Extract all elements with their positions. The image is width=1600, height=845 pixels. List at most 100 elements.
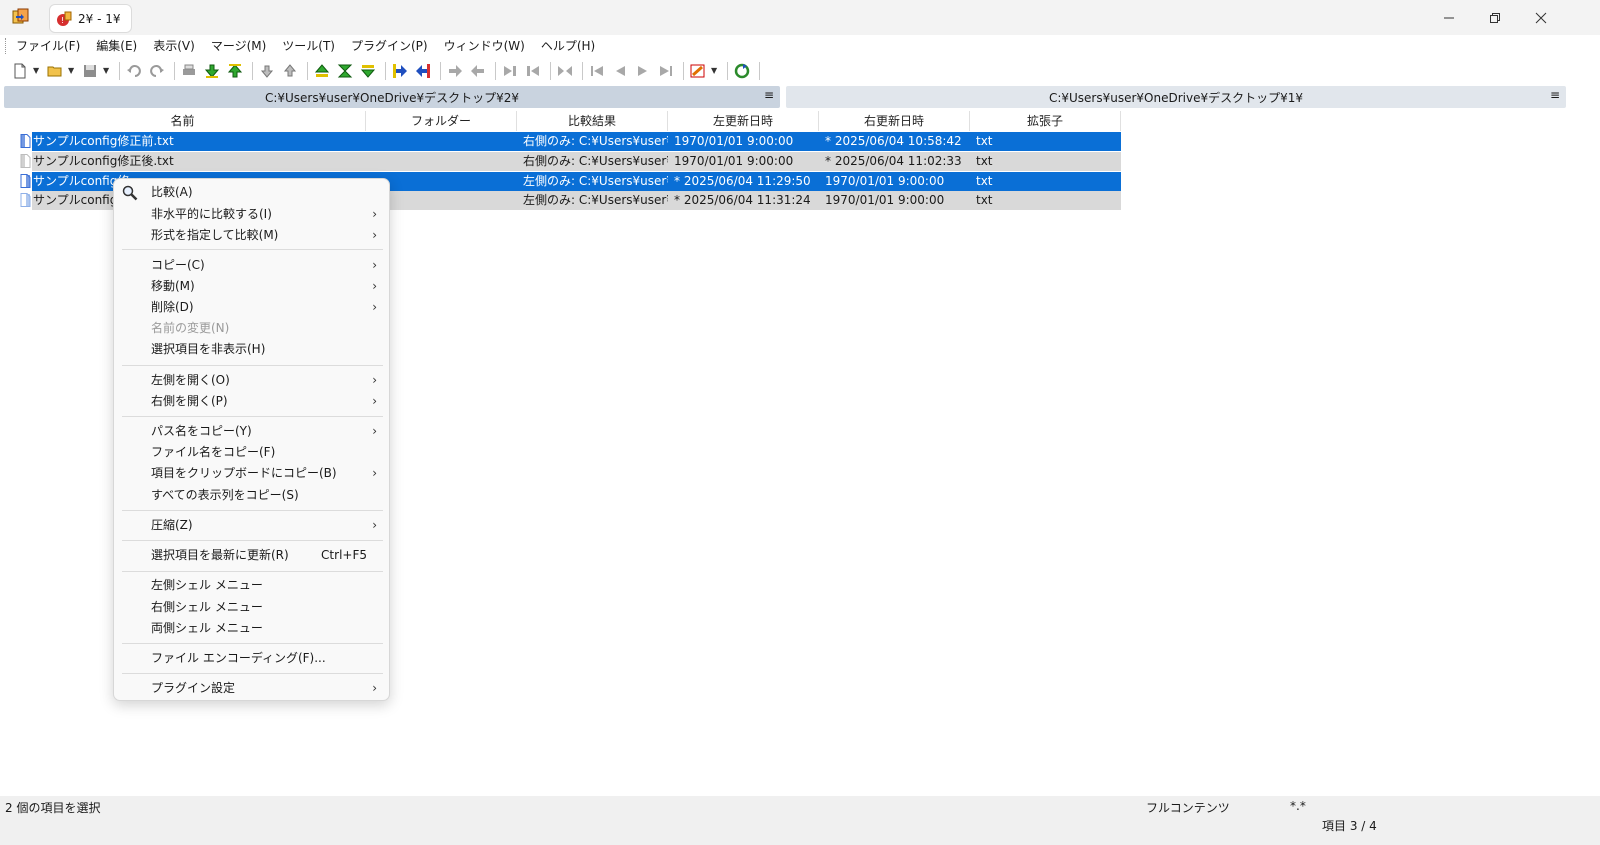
undo-icon[interactable] bbox=[124, 61, 144, 81]
menu-item-copy-to-clipboard[interactable]: 項目をクリップボードにコピー(B) › bbox=[114, 463, 391, 484]
menu-bar: ファイル(F) 編集(E) 表示(V) マージ(M) ツール(T) プラグイン(… bbox=[0, 35, 1600, 57]
next-file-icon[interactable] bbox=[633, 61, 653, 81]
menu-file[interactable]: ファイル(F) bbox=[8, 35, 88, 57]
menu-item-copy-filename[interactable]: ファイル名をコピー(F) bbox=[114, 442, 391, 463]
table-row[interactable]: サンプルconfig修正前.txt 右側のみ: C:¥Users¥user¥...… bbox=[0, 132, 1121, 151]
merge-both-icon[interactable] bbox=[555, 61, 575, 81]
copy-all-right-icon[interactable] bbox=[500, 61, 520, 81]
submenu-arrow-icon: › bbox=[372, 373, 377, 387]
toolbar-separator bbox=[495, 61, 496, 80]
submenu-arrow-icon: › bbox=[372, 394, 377, 408]
col-header-ext[interactable]: 拡張子 bbox=[970, 111, 1121, 131]
new-dropdown-icon[interactable]: ▼ bbox=[33, 66, 41, 75]
table-row[interactable]: サンプルconfig修正後.txt 右側のみ: C:¥Users¥user¥...… bbox=[0, 152, 1121, 171]
winmerge-app-icon[interactable] bbox=[12, 8, 30, 26]
menu-item-label: 右側シェル メニュー bbox=[151, 600, 263, 614]
col-header-right-date[interactable]: 右更新日時 bbox=[819, 111, 970, 131]
cell-left-date: 1970/01/01 9:00:00 bbox=[668, 132, 819, 151]
menu-edit[interactable]: 編集(E) bbox=[88, 35, 145, 57]
menu-item-copy-pathname[interactable]: パス名をコピー(Y) › bbox=[114, 421, 391, 442]
menu-item-label: 形式を指定して比較(M) bbox=[151, 228, 279, 242]
copy-right-icon[interactable] bbox=[390, 61, 410, 81]
menu-separator bbox=[122, 249, 383, 250]
last-file-icon[interactable] bbox=[656, 61, 676, 81]
first-file-icon[interactable] bbox=[587, 61, 607, 81]
cell-ext: txt bbox=[970, 132, 1121, 151]
copy-left-advance-icon[interactable] bbox=[468, 61, 488, 81]
first-diff-icon[interactable] bbox=[312, 61, 332, 81]
menu-item-compare-nonhorizontal[interactable]: 非水平的に比較する(I) › bbox=[114, 204, 391, 225]
col-header-name[interactable]: 名前 bbox=[0, 111, 366, 131]
menu-item-file-encoding[interactable]: ファイル エンコーディング(F)... bbox=[114, 648, 391, 669]
cell-folder bbox=[366, 152, 517, 171]
menu-item-plugin-settings[interactable]: プラグイン設定 › bbox=[114, 678, 391, 699]
close-button[interactable] bbox=[1518, 0, 1564, 35]
menu-item-label: 非水平的に比較する(I) bbox=[151, 207, 272, 221]
right-path-menu-icon[interactable]: ≡ bbox=[1550, 88, 1560, 102]
toolbar: ▼ ▼ ▼ ▼ bbox=[0, 58, 1600, 83]
minimize-button[interactable] bbox=[1426, 0, 1472, 35]
cell-result: 左側のみ: C:¥Users¥user¥... bbox=[517, 191, 668, 210]
left-path-bar[interactable]: C:¥Users¥user¥OneDrive¥デスクトップ¥2¥ ≡ bbox=[4, 86, 780, 108]
restore-button[interactable] bbox=[1472, 0, 1518, 35]
menu-item-hide-selected[interactable]: 選択項目を非表示(H) bbox=[114, 339, 391, 360]
copy-right-advance-icon[interactable] bbox=[445, 61, 465, 81]
menu-item-label: コピー(C) bbox=[151, 258, 205, 272]
menu-item-both-shell-menu[interactable]: 両側シェル メニュー bbox=[114, 618, 391, 639]
menu-item-copy-all-columns[interactable]: すべての表示列をコピー(S) bbox=[114, 485, 391, 506]
current-diff-icon[interactable] bbox=[335, 61, 355, 81]
menu-item-label: 左側を開く(O) bbox=[151, 373, 230, 387]
menu-merge[interactable]: マージ(M) bbox=[203, 35, 274, 57]
next-conflict-icon[interactable] bbox=[257, 61, 277, 81]
menu-item-copy[interactable]: コピー(C) › bbox=[114, 255, 391, 276]
refresh-icon[interactable] bbox=[732, 61, 752, 81]
menu-item-refresh-selected[interactable]: 選択項目を最新に更新(R) Ctrl+F5 bbox=[114, 545, 391, 566]
next-diff-icon[interactable] bbox=[202, 61, 222, 81]
menu-item-compress[interactable]: 圧縮(Z) › bbox=[114, 515, 391, 536]
menu-item-open-right[interactable]: 右側を開く(P) › bbox=[114, 391, 391, 412]
copy-all-left-icon[interactable] bbox=[523, 61, 543, 81]
save-icon[interactable] bbox=[80, 61, 100, 81]
document-tab[interactable]: ! 2¥ - 1¥ bbox=[49, 4, 132, 33]
svg-text:!: ! bbox=[61, 16, 64, 25]
right-path-bar[interactable]: C:¥Users¥user¥OneDrive¥デスクトップ¥1¥ ≡ bbox=[786, 86, 1566, 108]
save-dropdown-icon[interactable]: ▼ bbox=[103, 66, 111, 75]
col-header-result[interactable]: 比較結果 bbox=[517, 111, 668, 131]
toolbar-separator bbox=[683, 61, 684, 80]
menu-item-left-shell-menu[interactable]: 左側シェル メニュー bbox=[114, 575, 391, 596]
menu-item-delete[interactable]: 削除(D) › bbox=[114, 297, 391, 318]
menu-item-label: 削除(D) bbox=[151, 300, 194, 314]
prev-diff-icon[interactable] bbox=[225, 61, 245, 81]
col-header-left-date[interactable]: 左更新日時 bbox=[668, 111, 819, 131]
prev-file-icon[interactable] bbox=[610, 61, 630, 81]
options-icon[interactable] bbox=[688, 61, 708, 81]
menu-view[interactable]: 表示(V) bbox=[145, 35, 203, 57]
last-diff-icon[interactable] bbox=[358, 61, 378, 81]
left-path-menu-icon[interactable]: ≡ bbox=[764, 88, 774, 102]
menu-help[interactable]: ヘルプ(H) bbox=[533, 35, 603, 57]
menu-item-compare-as[interactable]: 形式を指定して比較(M) › bbox=[114, 225, 391, 246]
menu-item-move[interactable]: 移動(M) › bbox=[114, 276, 391, 297]
menu-window[interactable]: ウィンドウ(W) bbox=[436, 35, 533, 57]
options-dropdown-icon[interactable]: ▼ bbox=[711, 66, 719, 75]
right-path: C:¥Users¥user¥OneDrive¥デスクトップ¥1¥ bbox=[1048, 90, 1304, 105]
menu-tools[interactable]: ツール(T) bbox=[274, 35, 343, 57]
toolbar-separator bbox=[385, 61, 386, 80]
print-icon[interactable] bbox=[179, 61, 199, 81]
redo-icon[interactable] bbox=[147, 61, 167, 81]
menu-item-open-left[interactable]: 左側を開く(O) › bbox=[114, 370, 391, 391]
submenu-arrow-icon: › bbox=[372, 279, 377, 293]
open-dropdown-icon[interactable]: ▼ bbox=[68, 66, 76, 75]
open-folder-icon[interactable] bbox=[45, 61, 65, 81]
col-header-folder[interactable]: フォルダー bbox=[366, 111, 517, 131]
copy-left-icon[interactable] bbox=[413, 61, 433, 81]
compare-doc-icon: ! bbox=[57, 11, 72, 26]
menu-item-label: 移動(M) bbox=[151, 279, 195, 293]
new-icon[interactable] bbox=[10, 61, 30, 81]
menu-item-label: 比較(A) bbox=[151, 185, 193, 199]
menu-item-right-shell-menu[interactable]: 右側シェル メニュー bbox=[114, 597, 391, 618]
menu-plugins[interactable]: プラグイン(P) bbox=[343, 35, 436, 57]
menu-item-compare[interactable]: 比較(A) bbox=[114, 182, 391, 203]
menu-item-label: すべての表示列をコピー(S) bbox=[151, 488, 299, 502]
prev-conflict-icon[interactable] bbox=[280, 61, 300, 81]
